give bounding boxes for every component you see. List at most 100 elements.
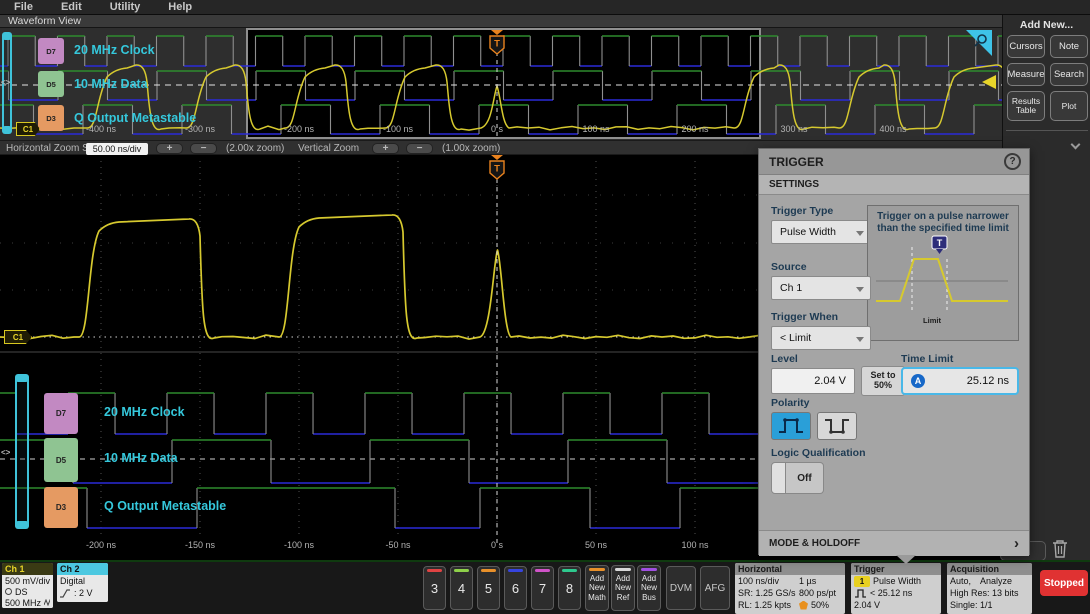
ch1-badge[interactable]: Ch 1 500 mV/div DS 500 MHz xyxy=(2,563,53,608)
positive-pulse-icon xyxy=(779,418,803,433)
menu-edit[interactable]: Edit xyxy=(61,1,82,13)
knob-a-icon: A xyxy=(911,374,925,388)
main-axis-tick: -50 ns xyxy=(385,540,411,550)
add-new-ref-button[interactable]: Add New Ref xyxy=(611,565,635,611)
channel-4-button[interactable]: 4 xyxy=(450,566,473,610)
search-button[interactable]: Search xyxy=(1050,63,1088,86)
group-handle-bottom[interactable] xyxy=(2,126,12,134)
polarity-negative-button[interactable] xyxy=(817,412,857,440)
button-label: AFG xyxy=(704,582,726,594)
channel-badge-d5-main[interactable]: D5 xyxy=(44,438,78,482)
zoom-tool-icon[interactable] xyxy=(966,30,992,56)
polarity-label: Polarity xyxy=(771,397,810,409)
help-icon[interactable]: ? xyxy=(1004,153,1021,170)
ch2-badge[interactable]: Ch 2 Digital : 2 V xyxy=(57,563,108,602)
channel-badge-d3[interactable]: D3 xyxy=(38,105,64,131)
channel-color-stripe xyxy=(535,569,550,572)
channel-8-button[interactable]: 8 xyxy=(558,566,581,610)
h-scale: 100 ns/div xyxy=(738,576,780,586)
group-handle-top[interactable] xyxy=(2,32,12,40)
badge-label: D5 xyxy=(55,455,67,465)
expand-marker[interactable]: <> xyxy=(1,78,10,87)
channel-color-stripe xyxy=(562,569,577,572)
v-zoom-minus-button[interactable]: − xyxy=(406,143,433,154)
mode-holdoff-bar[interactable]: MODE & HOLDOFF › xyxy=(759,530,1029,556)
menu-utility[interactable]: Utility xyxy=(110,1,141,13)
trigger-panel-header[interactable]: TRIGGER ? xyxy=(759,149,1029,175)
h-zoom-minus-button[interactable]: − xyxy=(190,143,217,154)
v-zoom-plus-button[interactable]: + xyxy=(372,143,399,154)
channel-7-button[interactable]: 7 xyxy=(531,566,554,610)
badge-label: 1 xyxy=(859,576,865,586)
channel-badge-d7-main[interactable]: D7 xyxy=(44,393,78,434)
tab-settings[interactable]: SETTINGS xyxy=(759,175,1029,195)
label-20mhz-clock-main: 20 MHz Clock xyxy=(104,405,185,419)
time-limit-value: 25.12 ns xyxy=(966,375,1009,387)
main-axis-tick: 0 s xyxy=(490,540,504,550)
trigger-position-icon xyxy=(799,600,808,610)
logic-qualification-label: Logic Qualification xyxy=(771,447,866,459)
acq-mode: Auto, xyxy=(950,576,972,586)
set-to-50-button[interactable]: Set to 50% xyxy=(861,366,905,396)
trigger-type-select[interactable]: Pulse Width xyxy=(771,220,871,244)
trigger-when-select[interactable]: < Limit xyxy=(771,326,871,350)
button-label: 3 xyxy=(430,580,439,596)
channel-5-button[interactable]: 5 xyxy=(477,566,500,610)
results-table-button[interactable]: Results Table xyxy=(1007,91,1045,121)
plot-button[interactable]: Plot xyxy=(1050,91,1088,121)
afg-button[interactable]: AFG xyxy=(700,566,730,610)
channel-badge-d7[interactable]: D7 xyxy=(38,38,64,64)
logic-toggle-state[interactable]: Off xyxy=(786,462,824,494)
group-handle-bottom[interactable] xyxy=(15,521,29,529)
add-new-math-button[interactable]: Add New Math xyxy=(585,565,609,611)
button-label: Add New Ref xyxy=(614,574,631,602)
stopped-button[interactable]: Stopped xyxy=(1040,570,1088,596)
note-button[interactable]: Note xyxy=(1050,35,1088,58)
trigger-level-arrow[interactable] xyxy=(982,75,996,89)
oscilloscope-app: File Edit Utility Help Waveform View Add… xyxy=(0,0,1090,614)
measure-button[interactable]: Measure xyxy=(1007,63,1045,86)
polarity-positive-button[interactable] xyxy=(771,412,811,440)
chevron-down-icon xyxy=(856,287,864,292)
menu-help[interactable]: Help xyxy=(168,1,192,13)
overview-axis-tick: 400 ns xyxy=(879,124,907,134)
source-select[interactable]: Ch 1 xyxy=(771,276,871,300)
dvm-button[interactable]: DVM xyxy=(666,566,696,610)
channel-color-stripe xyxy=(508,569,523,572)
badge-label: D5 xyxy=(46,79,56,89)
level-field[interactable]: 2.04 V xyxy=(771,368,855,394)
h-resolution: 800 ps/pt xyxy=(799,588,837,598)
trash-icon[interactable] xyxy=(1048,537,1072,559)
group-handle-top[interactable] xyxy=(15,374,29,382)
h-zoom-scale-value[interactable]: 50.00 ns/div xyxy=(86,142,148,155)
channel-badge-d5[interactable]: D5 xyxy=(38,71,64,97)
trigger-source-badge: 1 xyxy=(854,575,870,587)
cursors-button[interactable]: Cursors xyxy=(1007,35,1045,58)
channel-6-button[interactable]: 6 xyxy=(504,566,527,610)
logic-toggle-knob[interactable] xyxy=(771,462,786,494)
bus-color-stripe xyxy=(641,568,657,571)
tab-waveform-view[interactable]: Waveform View xyxy=(0,15,1002,28)
channel-badge-d3-main[interactable]: D3 xyxy=(44,487,78,528)
acquisition-status-card[interactable]: Acquisition Auto, Analyze High Res: 13 bi… xyxy=(947,563,1032,614)
trigger-status-card[interactable]: Trigger 1 Pulse Width < 25.12 ns 2.04 V xyxy=(851,563,941,614)
add-new-bus-button[interactable]: Add New Bus xyxy=(637,565,661,611)
h-zoom-plus-button[interactable]: + xyxy=(156,143,183,154)
v-zoom-factor: (1.00x zoom) xyxy=(442,143,501,154)
menu-file[interactable]: File xyxy=(14,1,33,13)
main-axis-tick: 50 ns xyxy=(584,540,608,550)
label-20mhz-clock: 20 MHz Clock xyxy=(74,43,155,57)
help-glyph: ? xyxy=(1009,156,1016,167)
label-10mhz-data-main: 10 MHz Data xyxy=(104,451,178,465)
h-window: 1 µs xyxy=(799,576,817,586)
time-limit-field[interactable]: A 25.12 ns xyxy=(901,367,1019,395)
expand-marker[interactable]: <> xyxy=(1,448,10,457)
h-sample-rate: SR: 1.25 GS/s xyxy=(738,588,796,598)
overview-axis-tick: 0 s xyxy=(490,124,504,134)
horizontal-status-card[interactable]: Horizontal 100 ns/div 1 µs SR: 1.25 GS/s 8… xyxy=(735,563,845,614)
mode-holdoff-label: MODE & HOLDOFF xyxy=(769,538,861,549)
digital-group-handle-main[interactable] xyxy=(15,374,29,529)
channel-3-button[interactable]: 3 xyxy=(423,566,446,610)
label-q-output: Q Output Metastable xyxy=(74,111,197,125)
badge-label: D3 xyxy=(55,503,67,512)
